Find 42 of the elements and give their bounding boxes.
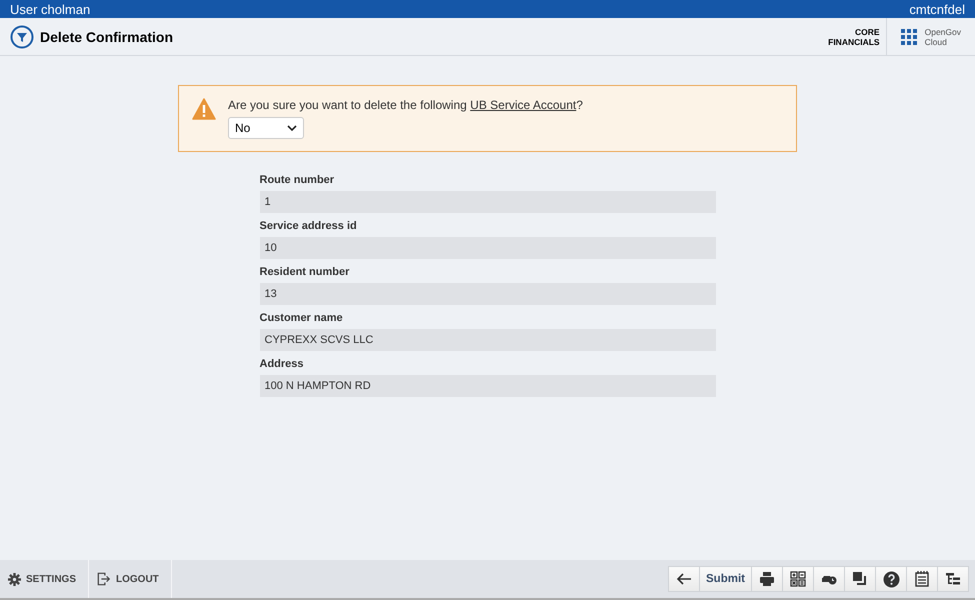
notes-button[interactable]: [906, 566, 938, 592]
settings-icon: [8, 572, 21, 586]
filter-icon: [10, 24, 34, 48]
field-label: Address: [260, 358, 305, 370]
readonly-field: 1: [260, 191, 716, 213]
layers-icon: [852, 571, 868, 587]
confirmation-question: Are you sure you want to delete the following UB Service Account?: [228, 98, 583, 112]
print-button[interactable]: [751, 566, 783, 592]
product-name: CORE FINANCIALS: [828, 26, 881, 46]
field-label: Service address id: [260, 220, 358, 232]
notepad-icon: [914, 571, 930, 587]
readonly-field: 10: [260, 237, 716, 259]
brand-name: OpenGov Cloud: [924, 26, 961, 46]
account-link[interactable]: UB Service Account: [470, 98, 576, 112]
field-label: Customer name: [260, 312, 344, 324]
help-icon: [882, 570, 900, 588]
apps-grid-icon[interactable]: [900, 28, 917, 44]
vehicle-clock-button[interactable]: [813, 566, 845, 592]
back-button[interactable]: [668, 566, 700, 592]
copy-button[interactable]: [844, 566, 876, 592]
submit-button[interactable]: Submit: [699, 566, 752, 592]
readonly-field: 100 N HAMPTON RD: [260, 375, 716, 397]
database-name: cmtcnfdel: [909, 2, 965, 16]
settings-button[interactable]: SETTINGS: [0, 560, 90, 598]
field-label: Resident number: [260, 266, 350, 278]
help-button[interactable]: [875, 566, 907, 592]
logout-button[interactable]: LOGOUT: [89, 560, 172, 598]
readonly-field: CYPREXX SCVS LLC: [260, 329, 716, 351]
warning-icon: [192, 98, 216, 120]
page-title: Delete Confirmation: [40, 28, 174, 44]
readonly-field: 13: [260, 283, 716, 305]
calculator-icon: [790, 571, 806, 587]
user-name: User cholman: [10, 2, 90, 16]
hierarchy-button[interactable]: [937, 566, 969, 592]
printer-icon: [759, 571, 775, 587]
chevron-icon: [287, 125, 297, 131]
field-label: Route number: [260, 174, 336, 186]
back-arrow-icon: [676, 571, 692, 587]
tree-icon: [945, 571, 961, 587]
calculator-button[interactable]: [782, 566, 814, 592]
answer-dropdown[interactable]: No: [228, 117, 304, 139]
logout-icon: [97, 572, 112, 586]
